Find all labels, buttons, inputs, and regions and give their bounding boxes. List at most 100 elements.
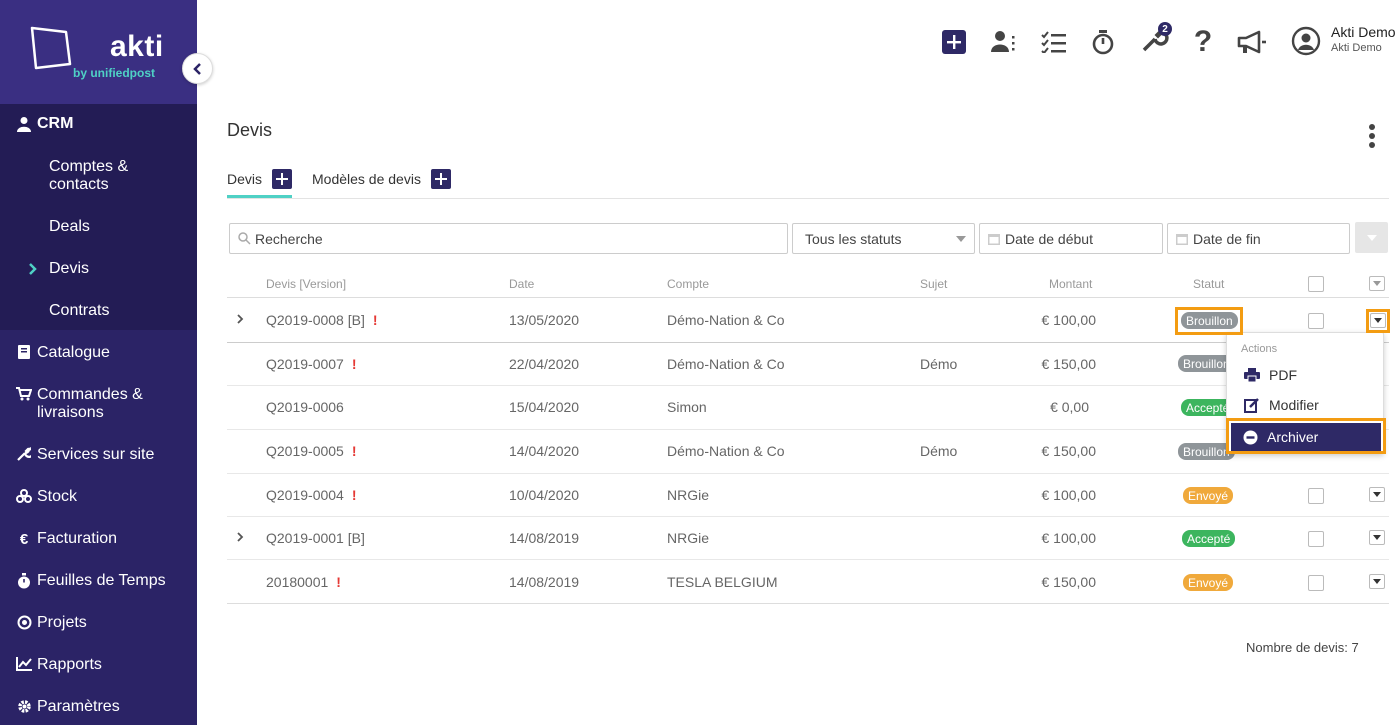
more-options-icon[interactable] (1366, 124, 1378, 150)
contacts-list-button[interactable] (990, 28, 1024, 56)
table-cell-date: 10/04/2020 (509, 487, 580, 503)
sidebar-subitem-devis[interactable]: Devis (49, 260, 89, 278)
notification-badge: 2 (1158, 22, 1172, 36)
sidebar-item-label: Commandes & (37, 386, 143, 403)
chevron-left-icon (192, 62, 201, 75)
wrench-icon (14, 447, 34, 461)
end-date-placeholder: Date de fin (1193, 230, 1261, 247)
tools-button[interactable]: 2 (1138, 22, 1172, 52)
column-header-devis[interactable]: Devis [Version] (266, 277, 346, 291)
caret-down-icon (1366, 234, 1377, 241)
column-header-montant[interactable]: Montant (1049, 277, 1092, 291)
table-row-ref[interactable]: Q2019-0004! (266, 487, 357, 503)
tasks-button[interactable] (1040, 28, 1068, 56)
row-actions-dropdown[interactable] (1369, 574, 1385, 589)
row-checkbox[interactable] (1308, 575, 1324, 591)
quick-add-button[interactable] (942, 30, 966, 54)
status-badge: Brouillon (1181, 312, 1238, 329)
table-row-ref[interactable]: Q2019-0008 [B]! (266, 312, 378, 328)
sidebar-subitem-contrats[interactable]: Contrats (49, 302, 109, 320)
table-row-ref[interactable]: Q2019-0005! (266, 443, 357, 459)
sidebar-subitem-deals[interactable]: Deals (49, 218, 90, 236)
user-name[interactable]: Akti Demo (1331, 24, 1396, 40)
warning-icon: ! (351, 356, 357, 372)
table-row-ref[interactable]: Q2019-0006 (266, 399, 352, 415)
announcements-button[interactable] (1236, 28, 1268, 56)
sidebar-item-label: Stock (37, 488, 78, 505)
caret-down-icon (956, 236, 966, 242)
edit-icon (1243, 397, 1261, 413)
crm-section (0, 104, 197, 330)
sidebar-item-stock[interactable]: Stock (0, 488, 197, 506)
row-checkbox[interactable] (1308, 313, 1324, 329)
sidebar-item-catalogue[interactable]: Catalogue (0, 344, 197, 362)
checklist-icon (1041, 31, 1066, 53)
collapse-sidebar-button[interactable] (182, 53, 213, 84)
sidebar-item-facturation[interactable]: € Facturation (0, 530, 197, 548)
column-header-statut[interactable]: Statut (1193, 277, 1224, 291)
sidebar-item-projets[interactable]: Projets (0, 614, 197, 632)
start-date-input[interactable]: Date de début (979, 223, 1163, 254)
sidebar-item-parametres[interactable]: Paramètres (0, 698, 197, 716)
brand-tagline: by unifiedpost (73, 66, 155, 80)
expand-row-icon[interactable] (236, 313, 244, 325)
select-all-checkbox[interactable] (1308, 276, 1324, 292)
plus-icon (276, 173, 289, 185)
devis-ref: Q2019-0007 (266, 356, 344, 372)
table-row-ref[interactable]: Q2019-0007! (266, 356, 357, 372)
devis-ref: Q2019-0008 [B] (266, 312, 365, 328)
devis-ref: Q2019-0001 [B] (266, 530, 365, 546)
sidebar-item-services[interactable]: Services sur site (0, 446, 197, 464)
table-cell-account: NRGie (667, 487, 710, 503)
status-badge: Accepté (1182, 530, 1236, 547)
table-cell-date: 14/04/2020 (509, 443, 580, 459)
caret-down-icon (1373, 579, 1381, 584)
table-cell-amount: € 150,00 (1041, 574, 1097, 590)
row-checkbox[interactable] (1308, 488, 1324, 504)
tab-devis[interactable]: Devis (227, 169, 293, 189)
calendar-icon (1176, 233, 1188, 245)
quote-count-value: 7 (1351, 640, 1359, 655)
logo-mark-icon (30, 26, 72, 70)
status-select[interactable]: Tous les statuts (792, 223, 975, 254)
table-cell-account: Démo-Nation & Co (667, 443, 785, 459)
help-button[interactable]: ? (1192, 27, 1214, 57)
column-header-compte[interactable]: Compte (667, 277, 709, 291)
timer-button[interactable] (1090, 28, 1116, 56)
sidebar-subitem-comptes[interactable]: Comptes & contacts (49, 158, 128, 194)
sidebar-subitem-label: Comptes & (49, 158, 129, 175)
caret-down-icon (1373, 535, 1381, 540)
search-input[interactable]: Recherche (229, 223, 788, 254)
table-cell-amount: € 150,00 (1041, 443, 1097, 459)
table-row-ref[interactable]: Q2019-0001 [B] (266, 530, 373, 546)
brand-name: akti (110, 30, 164, 63)
bulk-actions-dropdown[interactable] (1369, 276, 1385, 291)
chart-icon (14, 657, 34, 671)
caret-down-icon (1373, 492, 1381, 497)
sidebar-item-rapports[interactable]: Rapports (0, 656, 197, 674)
column-header-date[interactable]: Date (509, 277, 534, 291)
table-row-ref[interactable]: 20180001! (266, 574, 341, 590)
tab-modeles[interactable]: Modèles de devis (312, 169, 451, 189)
stopwatch-icon (1092, 30, 1114, 55)
quote-count-label: Nombre de devis: (1246, 640, 1348, 655)
add-modele-button[interactable] (430, 169, 451, 189)
menu-item-modifier[interactable]: Modifier (1243, 397, 1319, 413)
menu-item-archiver[interactable]: Archiver (1231, 423, 1381, 451)
filter-dropdown-button[interactable] (1355, 222, 1388, 253)
sidebar-item-feuilles[interactable]: Feuilles de Temps (0, 572, 197, 590)
menu-item-pdf[interactable]: PDF (1243, 367, 1297, 383)
devis-ref: 20180001 (266, 574, 329, 590)
row-checkbox[interactable] (1308, 531, 1324, 547)
end-date-input[interactable]: Date de fin (1167, 223, 1350, 254)
sidebar-item-commandes[interactable]: Commandes & livraisons (0, 386, 197, 422)
row-actions-dropdown[interactable] (1370, 313, 1386, 328)
row-actions-dropdown[interactable] (1369, 530, 1385, 545)
expand-row-icon[interactable] (236, 531, 244, 543)
row-actions-dropdown[interactable] (1369, 487, 1385, 502)
add-devis-button[interactable] (272, 169, 293, 189)
column-header-sujet[interactable]: Sujet (920, 277, 947, 291)
sidebar-item-crm[interactable]: CRM (0, 115, 197, 133)
user-avatar[interactable] (1290, 25, 1322, 57)
row-divider (227, 473, 1389, 474)
